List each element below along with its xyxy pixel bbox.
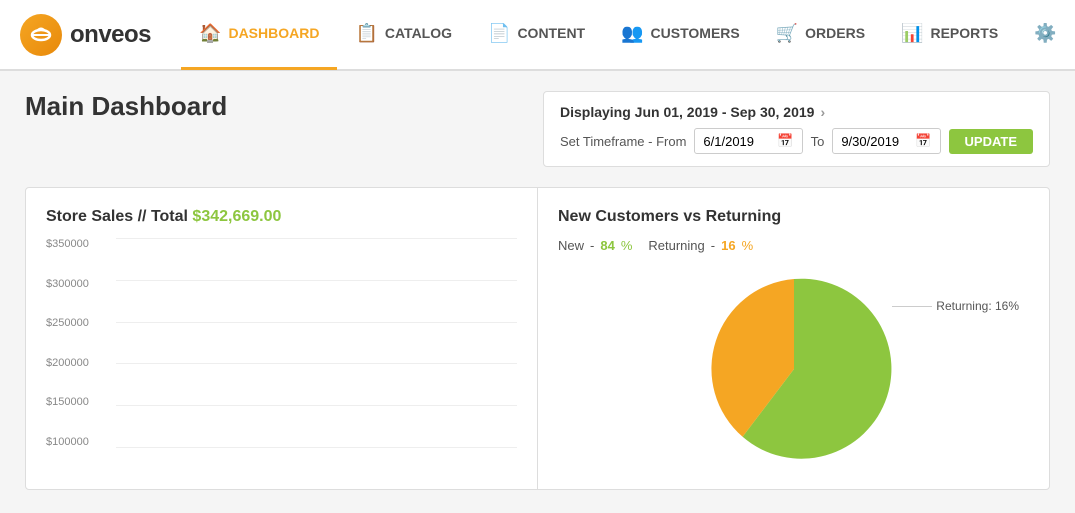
customers-chart-title: New Customers vs Returning	[558, 208, 1029, 226]
store-sales-title: Store Sales // Total $342,669.00	[46, 208, 517, 226]
pie-label-returning: Returning: 16%	[892, 299, 1019, 313]
orders-icon: 🛒	[776, 23, 798, 44]
to-date-field[interactable]	[841, 134, 911, 149]
bar-chart-area: $100000 $150000 $200000 $250000 $300000 …	[46, 238, 517, 468]
logo-icon	[20, 14, 62, 56]
logo: onveos	[20, 14, 151, 56]
brand-name: onveos	[70, 21, 151, 49]
content-icon: 📄	[488, 23, 510, 44]
label-line	[892, 306, 932, 307]
from-date-field[interactable]	[703, 134, 773, 149]
to-calendar-icon[interactable]: 📅	[915, 133, 931, 149]
timeframe-inputs: Set Timeframe - From 📅 To 📅 UPDATE	[560, 128, 1033, 154]
store-sales-panel: Store Sales // Total $342,669.00 $100000…	[26, 188, 538, 489]
catalog-icon: 📋	[355, 23, 377, 44]
nav-item-catalog[interactable]: 📋 CATALOG	[337, 0, 470, 70]
reports-icon: 📊	[901, 23, 923, 44]
y-axis: $100000 $150000 $200000 $250000 $300000 …	[46, 238, 89, 468]
charts-row: Store Sales // Total $342,669.00 $100000…	[25, 187, 1050, 490]
pie-chart-svg	[694, 269, 894, 469]
bars-container	[116, 238, 517, 448]
nav-item-orders[interactable]: 🛒 ORDERS	[758, 0, 883, 70]
page-title: Main Dashboard	[25, 91, 227, 122]
pie-chart-container: Returning: 16%	[558, 269, 1029, 469]
nav-item-settings[interactable]: ⚙️	[1016, 0, 1074, 70]
header: onveos 🏠 DASHBOARD 📋 CATALOG 📄 CONTENT 👥…	[0, 0, 1075, 70]
nav-item-customers[interactable]: 👥 CUSTOMERS	[603, 0, 758, 70]
returning-pct: 16	[721, 238, 735, 253]
nav-item-dashboard[interactable]: 🏠 DASHBOARD	[181, 0, 337, 70]
update-button[interactable]: UPDATE	[949, 129, 1033, 154]
dashboard-header: Main Dashboard Displaying Jun 01, 2019 -…	[25, 91, 1050, 167]
new-pct: 84	[600, 238, 614, 253]
customers-panel: New Customers vs Returning New - 84 % Re…	[538, 188, 1049, 489]
from-calendar-icon[interactable]: 📅	[777, 133, 793, 149]
timeframe-arrow-icon: ›	[820, 104, 825, 120]
timeframe-box: Displaying Jun 01, 2019 - Sep 30, 2019 ›…	[543, 91, 1050, 167]
customers-icon: 👥	[621, 23, 643, 44]
timeframe-displaying: Displaying Jun 01, 2019 - Sep 30, 2019 ›	[560, 104, 1033, 120]
from-date-input[interactable]: 📅	[694, 128, 802, 154]
dashboard-icon: 🏠	[199, 23, 221, 44]
to-date-input[interactable]: 📅	[832, 128, 940, 154]
pie-legend: New - 84 % Returning - 16 %	[558, 238, 1029, 253]
main-content: Main Dashboard Displaying Jun 01, 2019 -…	[0, 71, 1075, 510]
settings-icon: ⚙️	[1034, 23, 1056, 44]
nav-item-content[interactable]: 📄 CONTENT	[470, 0, 603, 70]
main-nav: 🏠 DASHBOARD 📋 CATALOG 📄 CONTENT 👥 CUSTOM…	[181, 0, 1075, 69]
nav-item-reports[interactable]: 📊 REPORTS	[883, 0, 1016, 70]
total-amount: $342,669.00	[192, 208, 281, 225]
